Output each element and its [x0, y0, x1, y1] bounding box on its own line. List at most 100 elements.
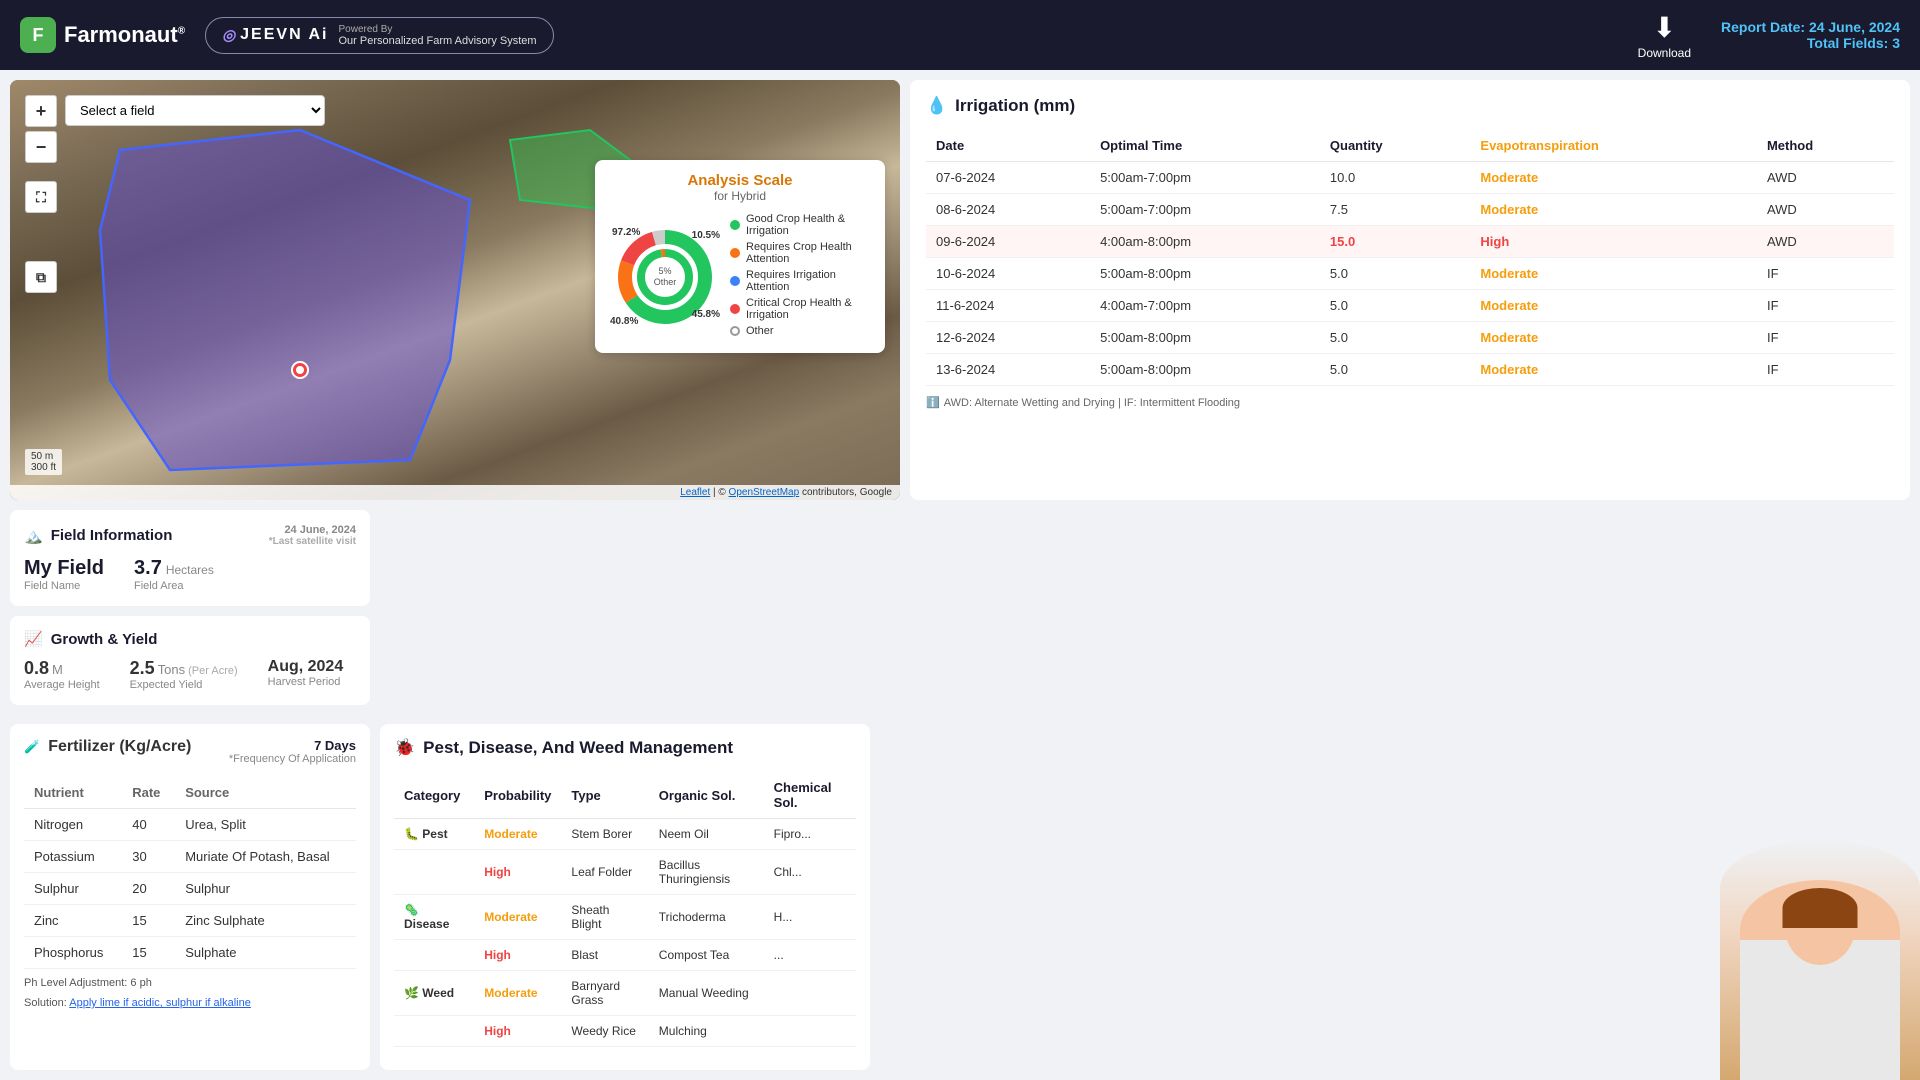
cell-source: Sulphate	[175, 937, 356, 969]
cell-et: High	[1470, 226, 1757, 258]
cell-time: 4:00am-7:00pm	[1090, 290, 1320, 322]
col-et: Evapotranspiration	[1470, 130, 1757, 162]
fert-col-nutrient: Nutrient	[24, 777, 122, 809]
jeevn-badge: ◎ JEEVN Ai Powered By Our Personalized F…	[205, 17, 554, 54]
col-date: Date	[926, 130, 1090, 162]
pest-title: 🐞 Pest, Disease, And Weed Management	[394, 738, 856, 758]
legend-label: Requires Irrigation Attention	[746, 269, 870, 293]
cell-type: Blast	[561, 940, 648, 971]
pest-col-organic: Organic Sol.	[649, 772, 764, 819]
legend-label: Requires Crop Health Attention	[746, 241, 870, 265]
header: F Farmonaut® ◎ JEEVN Ai Powered By Our P…	[0, 0, 1920, 70]
jeevn-logo: ◎ JEEVN Ai	[222, 26, 328, 44]
table-row: 10-6-2024 5:00am-8:00pm 5.0 Moderate IF	[926, 258, 1894, 290]
cell-nutrient: Phosphorus	[24, 937, 122, 969]
irrigation-note: ℹ️ AWD: Alternate Wetting and Drying | I…	[926, 396, 1894, 409]
zoom-in-button[interactable]: +	[25, 95, 57, 127]
cell-rate: 40	[122, 809, 175, 841]
zoom-out-button[interactable]: −	[25, 131, 57, 163]
category-icon: 🐛	[404, 827, 419, 841]
fullscreen-button[interactable]: ⛶	[25, 181, 57, 213]
category-icon: 🦠	[404, 903, 419, 917]
cell-et: Moderate	[1470, 322, 1757, 354]
field-select[interactable]: Select a field	[65, 95, 325, 126]
cell-prob: High	[474, 1016, 561, 1047]
logo-text: Farmonaut®	[64, 22, 185, 48]
map-background: + − ⛶ ⧉ Select a field Analysis Scale	[10, 80, 900, 500]
category-icon: 🌿	[404, 986, 419, 1000]
map-section: + − ⛶ ⧉ Select a field Analysis Scale	[10, 80, 900, 500]
header-right: ⬇ Download Report Date: 24 June, 2024 To…	[1638, 11, 1900, 60]
fert-col-source: Source	[175, 777, 356, 809]
cell-nutrient: Nitrogen	[24, 809, 122, 841]
cell-organic: Mulching	[649, 1016, 764, 1047]
col-qty: Quantity	[1320, 130, 1471, 162]
fert-col-rate: Rate	[122, 777, 175, 809]
field-select-dropdown[interactable]: Select a field	[65, 95, 325, 126]
cell-date: 09-6-2024	[926, 226, 1090, 258]
cell-category: 🐛 Pest	[394, 819, 474, 850]
info-icon: ℹ️	[926, 396, 940, 409]
fert-solution: Solution: Apply lime if acidic, sulphur …	[24, 997, 356, 1009]
legend-dot	[730, 276, 740, 286]
col-method: Method	[1757, 130, 1894, 162]
download-icon: ⬇	[1653, 11, 1676, 44]
donut-chart: 97.2% 10.5% 45.8% 40.8% 5%Other	[610, 222, 720, 332]
table-row: High Leaf Folder Bacillus Thuringiensis …	[394, 850, 856, 895]
col-time: Optimal Time	[1090, 130, 1320, 162]
cell-organic: Compost Tea	[649, 940, 764, 971]
table-row: Phosphorus 15 Sulphate	[24, 937, 356, 969]
cell-chemical: ...	[764, 940, 856, 971]
analysis-body: 97.2% 10.5% 45.8% 40.8% 5%Other Good Cro…	[610, 213, 870, 341]
leaflet-link[interactable]: Leaflet	[680, 487, 710, 498]
total-fields: Total Fields: 3	[1721, 35, 1900, 51]
irrigation-table: Date Optimal Time Quantity Evapotranspir…	[926, 130, 1894, 386]
pest-icon: 🐞	[394, 738, 415, 758]
layers-button[interactable]: ⧉	[25, 261, 57, 293]
cell-source: Urea, Split	[175, 809, 356, 841]
cell-et: Moderate	[1470, 258, 1757, 290]
cell-method: IF	[1757, 322, 1894, 354]
cell-source: Sulphur	[175, 873, 356, 905]
field-info-title: 🏔️ Field Information 24 June, 2024 *Last…	[24, 524, 356, 547]
cell-type: Stem Borer	[561, 819, 648, 850]
table-row: 09-6-2024 4:00am-8:00pm 15.0 High AWD	[926, 226, 1894, 258]
map-attribution: Leaflet | © OpenStreetMap contributors, …	[10, 485, 900, 500]
cell-method: AWD	[1757, 194, 1894, 226]
legend-item: Good Crop Health & Irrigation	[730, 213, 870, 237]
legend-item: Requires Crop Health Attention	[730, 241, 870, 265]
cell-organic: Trichoderma	[649, 895, 764, 940]
cell-rate: 30	[122, 841, 175, 873]
cell-category: 🦠 Disease	[394, 895, 474, 940]
cell-source: Muriate Of Potash, Basal	[175, 841, 356, 873]
cell-date: 08-6-2024	[926, 194, 1090, 226]
cell-date: 13-6-2024	[926, 354, 1090, 386]
pest-table: Category Probability Type Organic Sol. C…	[394, 772, 856, 1047]
fertilizer-panel: 🧪 Fertilizer (Kg/Acre) 7 Days *Frequency…	[10, 724, 370, 1070]
cell-method: AWD	[1757, 162, 1894, 194]
cell-category: 🌿 Weed	[394, 971, 474, 1016]
cell-qty: 5.0	[1320, 290, 1471, 322]
osm-link[interactable]: OpenStreetMap	[729, 487, 800, 498]
pest-col-category: Category	[394, 772, 474, 819]
table-row: High Weedy Rice Mulching	[394, 1016, 856, 1047]
cell-qty: 15.0	[1320, 226, 1471, 258]
legend-item: Requires Irrigation Attention	[730, 269, 870, 293]
download-button[interactable]: ⬇ Download	[1638, 11, 1691, 60]
table-row: 🌿 Weed Moderate Barnyard Grass Manual We…	[394, 971, 856, 1016]
analysis-legend: Good Crop Health & Irrigation Requires Cr…	[730, 213, 870, 341]
cell-chemical	[764, 971, 856, 1016]
map-controls: + − ⛶ ⧉	[25, 95, 57, 293]
fert-icon: 🧪	[24, 739, 40, 755]
cell-time: 5:00am-8:00pm	[1090, 258, 1320, 290]
cell-time: 5:00am-7:00pm	[1090, 194, 1320, 226]
map-scale: 50 m 300 ft	[25, 449, 62, 475]
pest-col-prob: Probability	[474, 772, 561, 819]
cell-chemical: Chl...	[764, 850, 856, 895]
cell-type: Sheath Blight	[561, 895, 648, 940]
field-date: 24 June, 2024 *Last satellite visit	[269, 524, 356, 547]
legend-label: Critical Crop Health & Irrigation	[746, 297, 870, 321]
irrigation-icon: 💧	[926, 96, 947, 116]
cell-et: Moderate	[1470, 354, 1757, 386]
cell-date: 12-6-2024	[926, 322, 1090, 354]
